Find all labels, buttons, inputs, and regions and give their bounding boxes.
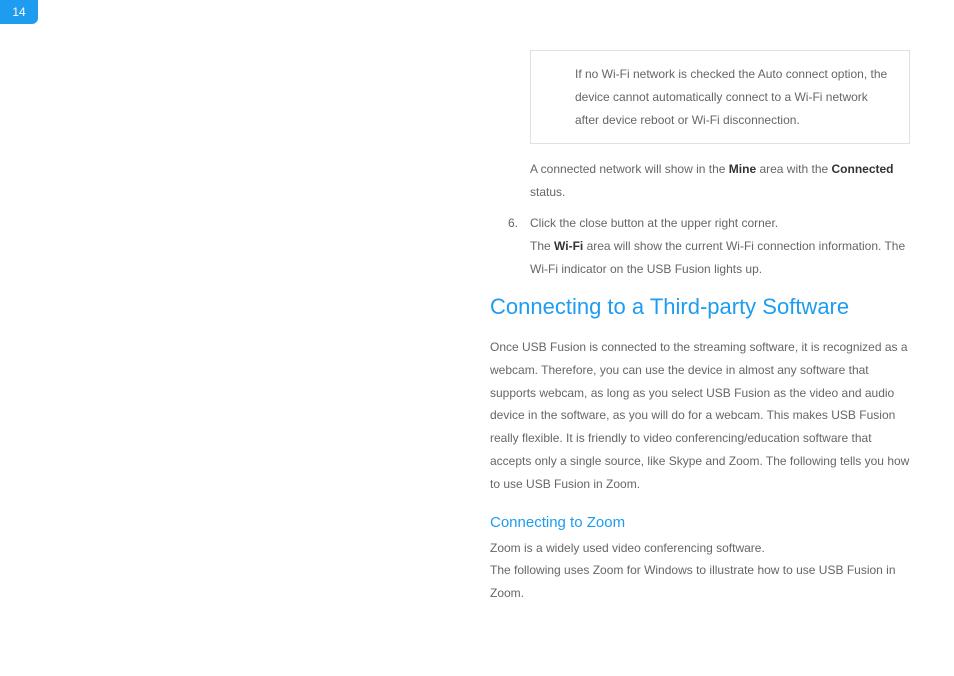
post-note-connected: Connected [832, 162, 894, 176]
step-6-body: Click the close button at the upper righ… [530, 212, 910, 280]
step-6-line2-pre: The [530, 239, 554, 253]
step-6-line2: The Wi-Fi area will show the current Wi-… [530, 235, 910, 281]
step-6-number: 6. [490, 212, 530, 280]
step-6: 6. Click the close button at the upper r… [490, 212, 910, 280]
subsection-heading: Connecting to Zoom [490, 514, 910, 531]
note-text: If no Wi-Fi network is checked the Auto … [575, 67, 887, 127]
step-6-line2-post: area will show the current Wi-Fi connect… [530, 239, 905, 276]
post-note-line: A connected network will show in the Min… [530, 158, 910, 204]
page-number-badge: 14 [0, 0, 38, 24]
post-note-mine: Mine [729, 162, 756, 176]
section-paragraph: Once USB Fusion is connected to the stre… [490, 336, 910, 496]
post-note-end: status. [530, 185, 565, 199]
sub-line2: The following uses Zoom for Windows to i… [490, 559, 910, 605]
note-box: If no Wi-Fi network is checked the Auto … [530, 50, 910, 144]
step-6-line1: Click the close button at the upper righ… [530, 212, 910, 235]
subsection-paragraph: Zoom is a widely used video conferencing… [490, 537, 910, 605]
post-note-pre: A connected network will show in the [530, 162, 729, 176]
step-6-line2-bold: Wi-Fi [554, 239, 583, 253]
section-heading: Connecting to a Third-party Software [490, 294, 910, 320]
page-number-text: 14 [12, 5, 25, 19]
post-note-mid: area with the [756, 162, 831, 176]
sub-line1: Zoom is a widely used video conferencing… [490, 537, 910, 560]
upper-content-block: If no Wi-Fi network is checked the Auto … [490, 50, 910, 286]
lower-content-block: Connecting to a Third-party Software Onc… [490, 294, 910, 605]
